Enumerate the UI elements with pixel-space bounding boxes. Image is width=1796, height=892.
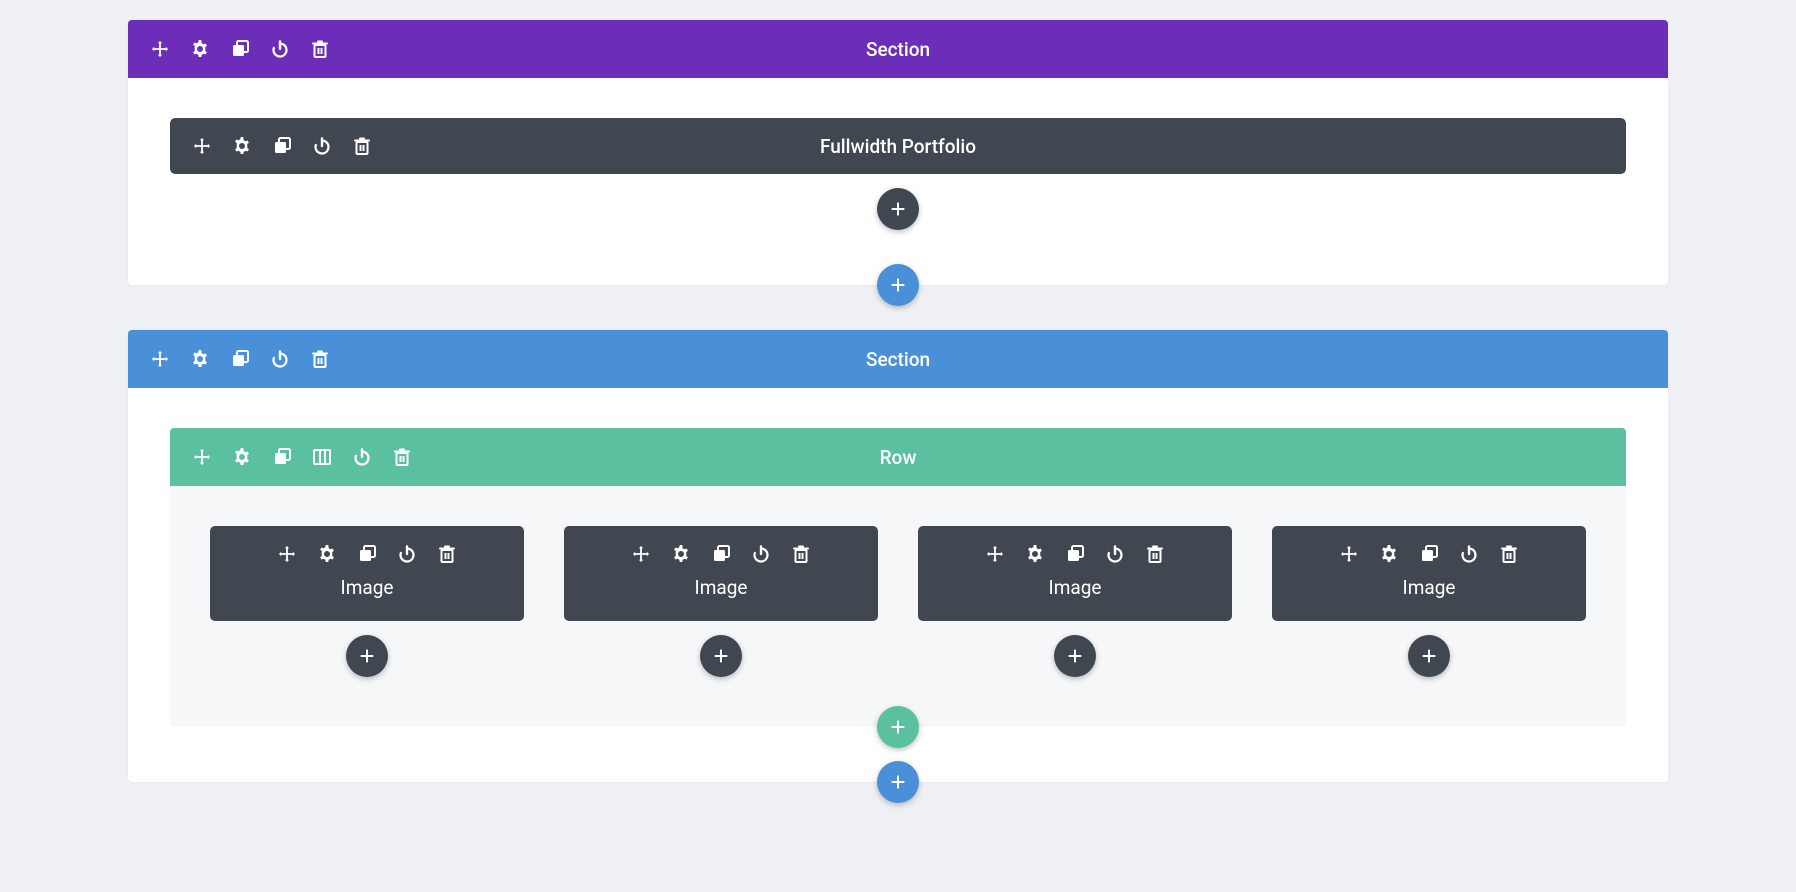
add-module-button[interactable] xyxy=(1408,635,1450,677)
duplicate-icon[interactable] xyxy=(1419,544,1439,564)
add-module-button[interactable] xyxy=(346,635,388,677)
module-label: Image xyxy=(1282,576,1576,599)
section-body: Row xyxy=(128,388,1668,782)
column-4: Image xyxy=(1272,526,1586,677)
row-header: Row xyxy=(170,428,1626,486)
trash-icon[interactable] xyxy=(1145,544,1165,564)
section-toolbar xyxy=(128,349,330,369)
add-module-button[interactable] xyxy=(1054,635,1096,677)
section-toolbar xyxy=(128,39,330,59)
gear-icon[interactable] xyxy=(190,349,210,369)
trash-icon[interactable] xyxy=(352,136,372,156)
gear-icon[interactable] xyxy=(1025,544,1045,564)
section-title: Section xyxy=(128,348,1668,371)
duplicate-icon[interactable] xyxy=(1065,544,1085,564)
move-icon[interactable] xyxy=(1339,544,1359,564)
module-image: Image xyxy=(1272,526,1586,621)
module-toolbar xyxy=(928,544,1222,564)
power-icon[interactable] xyxy=(352,447,372,467)
gear-icon[interactable] xyxy=(317,544,337,564)
module-label: Image xyxy=(220,576,514,599)
move-icon[interactable] xyxy=(631,544,651,564)
section-fullwidth: Section Fullwidth Portfolio xyxy=(128,20,1668,285)
power-icon[interactable] xyxy=(1105,544,1125,564)
duplicate-icon[interactable] xyxy=(272,447,292,467)
power-icon[interactable] xyxy=(751,544,771,564)
module-label: Image xyxy=(574,576,868,599)
row-columns: Image xyxy=(210,526,1586,677)
section-body: Fullwidth Portfolio xyxy=(128,78,1668,285)
module-image: Image xyxy=(210,526,524,621)
move-icon[interactable] xyxy=(150,39,170,59)
duplicate-icon[interactable] xyxy=(230,349,250,369)
module-label: Image xyxy=(928,576,1222,599)
trash-icon[interactable] xyxy=(1499,544,1519,564)
trash-icon[interactable] xyxy=(310,39,330,59)
row-body: Image xyxy=(170,486,1626,727)
column-1: Image xyxy=(210,526,524,677)
columns-icon[interactable] xyxy=(312,447,332,467)
section-standard: Section Row xyxy=(128,330,1668,782)
trash-icon[interactable] xyxy=(791,544,811,564)
move-icon[interactable] xyxy=(277,544,297,564)
module-toolbar xyxy=(1282,544,1576,564)
trash-icon[interactable] xyxy=(310,349,330,369)
row-toolbar xyxy=(170,447,412,467)
gear-icon[interactable] xyxy=(232,136,252,156)
power-icon[interactable] xyxy=(312,136,332,156)
add-module-button[interactable] xyxy=(700,635,742,677)
power-icon[interactable] xyxy=(270,349,290,369)
move-icon[interactable] xyxy=(985,544,1005,564)
section-header: Section xyxy=(128,20,1668,78)
add-row-button[interactable] xyxy=(877,706,919,748)
module-image: Image xyxy=(918,526,1232,621)
module-toolbar xyxy=(220,544,514,564)
power-icon[interactable] xyxy=(270,39,290,59)
add-section-button[interactable] xyxy=(877,264,919,306)
module-header: Fullwidth Portfolio xyxy=(170,118,1626,174)
duplicate-icon[interactable] xyxy=(230,39,250,59)
duplicate-icon[interactable] xyxy=(272,136,292,156)
module-toolbar xyxy=(574,544,868,564)
gear-icon[interactable] xyxy=(232,447,252,467)
module-fullwidth-portfolio: Fullwidth Portfolio xyxy=(170,118,1626,174)
move-icon[interactable] xyxy=(150,349,170,369)
module-image: Image xyxy=(564,526,878,621)
row: Row xyxy=(170,428,1626,727)
gear-icon[interactable] xyxy=(671,544,691,564)
trash-icon[interactable] xyxy=(437,544,457,564)
add-module-button[interactable] xyxy=(877,188,919,230)
move-icon[interactable] xyxy=(192,136,212,156)
move-icon[interactable] xyxy=(192,447,212,467)
duplicate-icon[interactable] xyxy=(357,544,377,564)
gear-icon[interactable] xyxy=(1379,544,1399,564)
add-section-button[interactable] xyxy=(877,761,919,803)
module-toolbar xyxy=(170,136,372,156)
module-title: Fullwidth Portfolio xyxy=(170,135,1626,158)
trash-icon[interactable] xyxy=(392,447,412,467)
duplicate-icon[interactable] xyxy=(711,544,731,564)
column-3: Image xyxy=(918,526,1232,677)
power-icon[interactable] xyxy=(397,544,417,564)
power-icon[interactable] xyxy=(1459,544,1479,564)
section-title: Section xyxy=(128,38,1668,61)
column-2: Image xyxy=(564,526,878,677)
gear-icon[interactable] xyxy=(190,39,210,59)
section-header: Section xyxy=(128,330,1668,388)
